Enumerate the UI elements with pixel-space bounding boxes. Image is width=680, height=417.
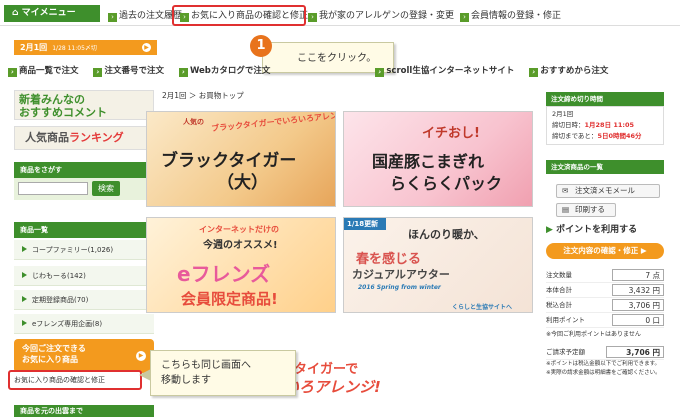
link-scroll-site[interactable]: › scroll生協インターネットサイト — [375, 66, 520, 77]
deadline-panel: 注文締め切り時間 2月1回 締切日時：1月28日 11:05 締切まであと：5日… — [546, 92, 664, 145]
banner-spring-outer[interactable]: 1/18更新 ほんのり暖か、 春を感じる カジュアルアウター 2016 Spri… — [343, 217, 533, 313]
favorite-items-button[interactable]: 今回ご注文できる お気に入り商品 ▶ — [14, 339, 154, 373]
link-order-by-number[interactable]: › 注文番号で注文 — [93, 66, 170, 77]
order-summary: 注文数量 7 点 本体合計 3,432 円 税込合計 3,706 円 利用ポイント 0 … — [546, 268, 664, 378]
arrow-icon: › — [529, 68, 539, 77]
link-recommend[interactable]: › おすすめから注文 — [529, 66, 614, 77]
search-button[interactable]: 検索 — [92, 181, 120, 196]
arrow-icon: › — [93, 68, 103, 77]
search-section-title: 商品をさがす — [14, 162, 154, 178]
link-order-by-list[interactable]: › 商品一覧で注文 — [8, 66, 85, 77]
chevron-right-icon: ▶ — [142, 43, 151, 52]
arrow-icon: › — [308, 13, 317, 22]
breadcrumb: 2月1回 ＞ お買物トップ — [162, 91, 244, 100]
memo-mail-button[interactable]: ✉ 注文済メモメール — [556, 184, 660, 198]
summary-row: 本体合計 3,432 円 — [546, 283, 664, 298]
print-button[interactable]: ▤ 印刷する — [556, 203, 616, 217]
triangle-right-icon — [22, 296, 27, 302]
summary-row: ご請求予定額 3,706 円 — [546, 345, 664, 360]
arrow-icon: › — [108, 13, 117, 22]
round-bar[interactable]: 2月1回 1/28 11:05〆切 ▶ — [14, 40, 157, 55]
order-panel: 注文済商品の一覧 — [546, 160, 664, 174]
banner-efriends[interactable]: インターネットだけの 今週のオススメ! eフレンズ 会員限定商品! — [146, 217, 336, 313]
printer-icon: ▤ — [562, 205, 570, 214]
category-item[interactable]: じわもーる(142) — [14, 266, 154, 286]
highlight-box — [172, 5, 306, 26]
category-item[interactable]: 定期登録商品(70) — [14, 290, 154, 310]
category-item[interactable]: eフレンズ専用企画(8) — [14, 314, 154, 334]
order-method-links: › 商品一覧で注文 › 注文番号で注文 › Webカタログで注文 › scroll生協イ… — [8, 64, 678, 78]
nav-order-history[interactable]: › 過去の注文履歴 — [108, 8, 182, 22]
confirm-order-button[interactable]: 注文内容の確認・修正 ▶ — [546, 243, 664, 259]
banner-pork[interactable]: イチおし! 国産豚こまぎれ らくらくパック — [343, 111, 533, 207]
category-section-title: 商品一覧 — [14, 222, 154, 238]
bottom-section-title: 商品を元の出雲まで — [14, 405, 154, 417]
callout-same-screen: こちらも同じ画面へ 移動します — [139, 350, 296, 396]
mymenu-tab[interactable]: ⌂ マイメニュー — [4, 5, 100, 22]
ranking-banner[interactable]: 人気商品ランキング — [14, 126, 154, 150]
triangle-right-icon — [22, 246, 27, 252]
use-points-link[interactable]: ▶ ポイントを利用する — [546, 222, 664, 235]
arrow-icon: › — [178, 68, 188, 77]
nav-allergen[interactable]: › 我が家のアレルゲンの登録・変更 — [308, 8, 454, 22]
triangle-right-icon — [22, 272, 27, 278]
recommend-comment-banner[interactable]: 新着みんなの おすすめコメント — [14, 90, 154, 120]
summary-row: 利用ポイント 0 口 — [546, 313, 664, 328]
arrow-icon: › — [375, 68, 385, 77]
nav-member-info[interactable]: › 会員情報の登録・修正 — [460, 8, 561, 22]
summary-row: 税込合計 3,706 円 — [546, 298, 664, 313]
mail-icon: ✉ — [562, 186, 569, 195]
arrow-icon: ▶ — [546, 225, 553, 235]
triangle-right-icon — [22, 320, 27, 326]
banner-black-tiger[interactable]: 人気の ブラックタイガーでいろいろアレンジ! ブラックタイガー （大） — [146, 111, 336, 207]
arrow-icon: › — [8, 68, 17, 77]
step-number-badge: 1 — [250, 35, 272, 57]
category-item[interactable]: コープファミリー(1,026) — [14, 240, 154, 260]
chevron-right-icon: ▶ — [136, 351, 146, 361]
favorite-items-link[interactable]: お気に入り商品の確認と修正 — [8, 370, 142, 390]
link-order-by-catalog[interactable]: › Webカタログで注文 — [178, 66, 276, 77]
search-input[interactable] — [18, 182, 88, 195]
arrow-icon: › — [460, 13, 469, 22]
home-icon: ⌂ — [12, 8, 22, 18]
summary-row: 注文数量 7 点 — [546, 268, 664, 283]
